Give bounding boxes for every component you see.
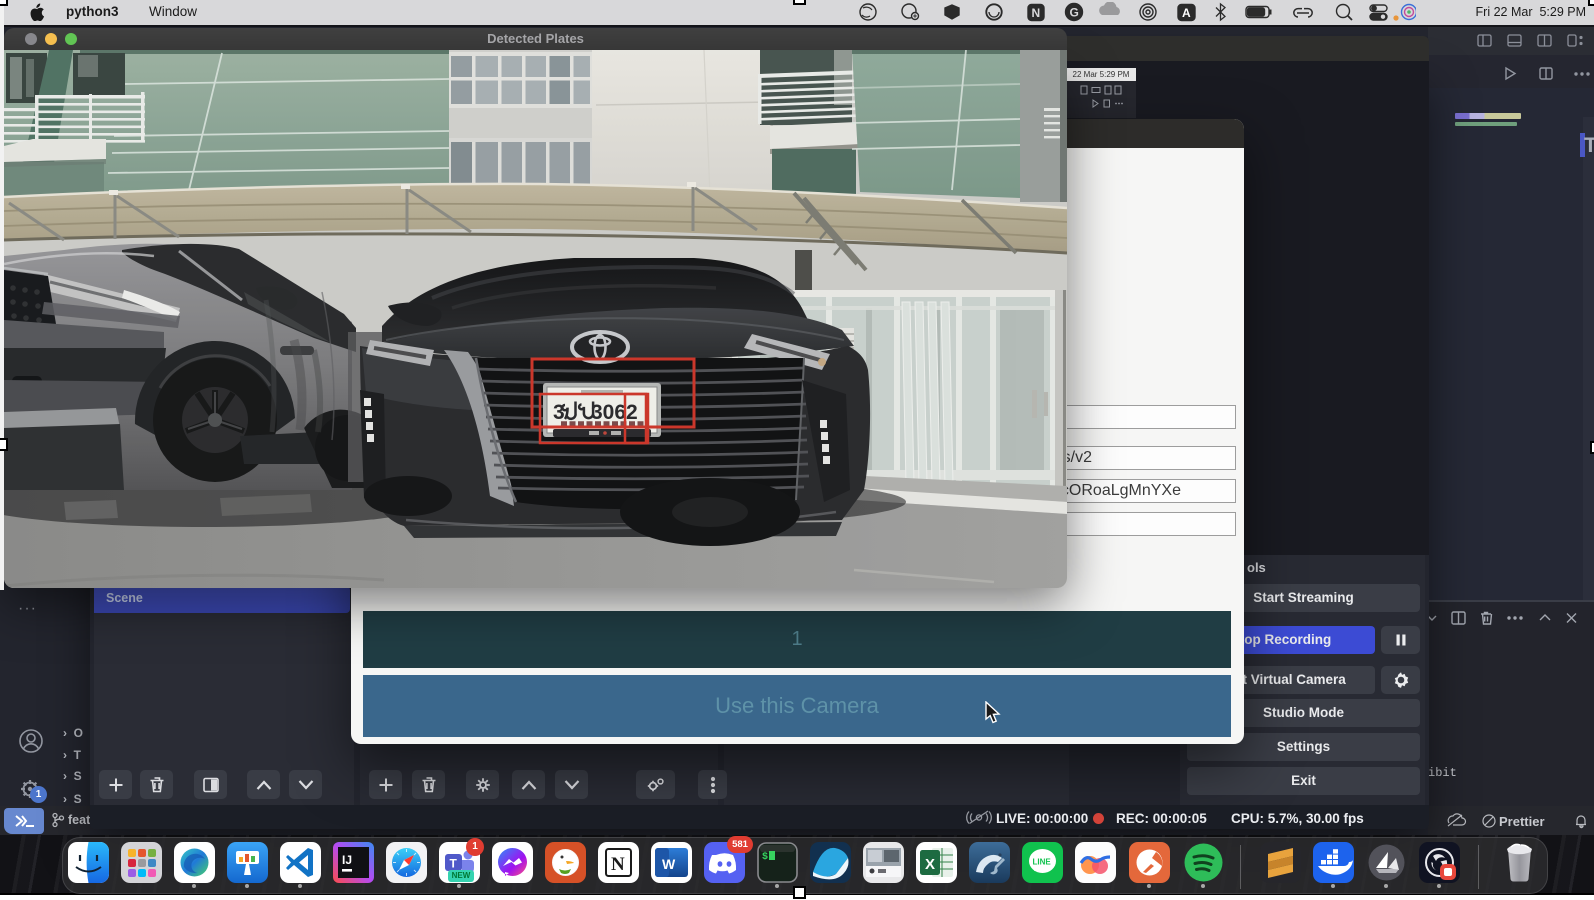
svg-text:W: W — [662, 856, 676, 872]
svg-text:T: T — [450, 857, 458, 871]
svg-text:N: N — [1032, 6, 1041, 20]
svg-text:G: G — [1070, 6, 1079, 20]
svg-text:Prettier: Prettier — [1499, 814, 1545, 829]
svg-text:LINE: LINE — [1033, 858, 1052, 867]
svg-text:A: A — [1182, 6, 1191, 20]
svg-text:N: N — [611, 854, 625, 875]
svg-text:IJ: IJ — [342, 853, 352, 867]
svg-text:X: X — [925, 856, 935, 873]
svg-text:$: $ — [762, 851, 768, 863]
